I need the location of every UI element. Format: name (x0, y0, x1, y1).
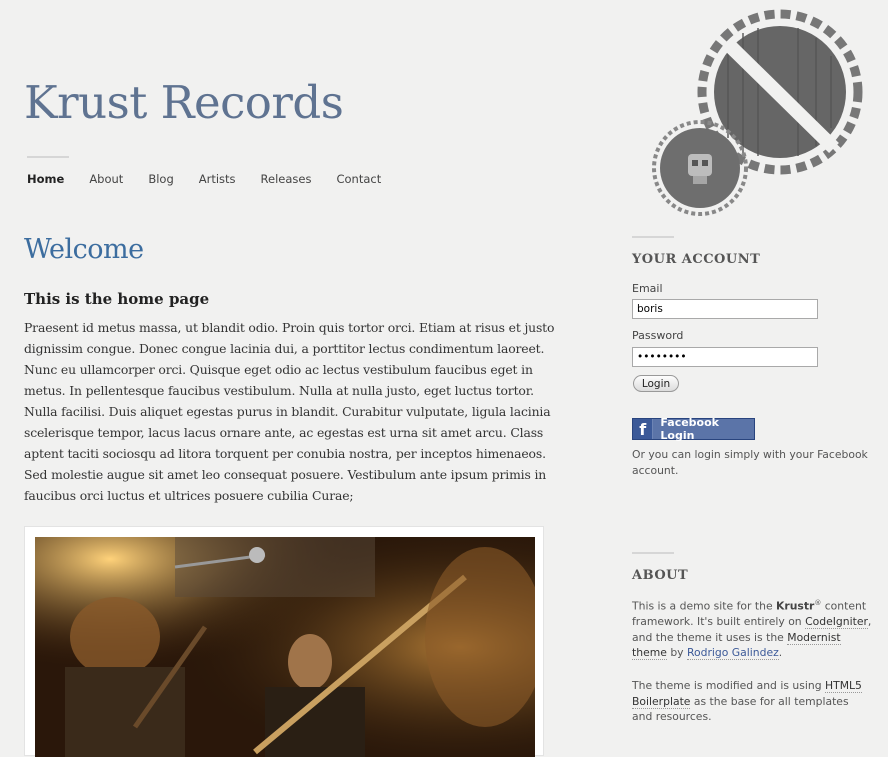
main-nav: Home About Blog Artists Releases Contact (27, 172, 406, 186)
about-divider (632, 552, 674, 554)
band-live-photo (35, 537, 535, 757)
about-text: The theme is modified and is using (632, 679, 825, 692)
about-heading: ABOUT (632, 568, 689, 583)
nav-releases[interactable]: Releases (261, 172, 312, 186)
site-title[interactable]: Krust Records (24, 76, 344, 129)
codeigniter-link[interactable]: CodeIgniter (805, 615, 868, 630)
about-paragraph-1: This is a demo site for the Krustr® cont… (632, 596, 872, 661)
no-symbol-logo-icon (652, 9, 863, 216)
nav-divider (27, 156, 69, 158)
login-button[interactable]: Login (633, 375, 679, 392)
krustr-brand: Krustr (776, 599, 815, 613)
account-divider (632, 236, 674, 238)
password-label: Password (632, 329, 684, 342)
facebook-login-label: Facebook Login (660, 416, 719, 442)
facebook-note: Or you can login simply with your Facebo… (632, 448, 868, 477)
nav-blog[interactable]: Blog (148, 172, 173, 186)
about-paragraph-2: The theme is modified and is using HTML5… (632, 678, 872, 725)
password-field[interactable] (632, 347, 818, 367)
email-label: Email (632, 282, 663, 295)
about-text: by (666, 646, 687, 660)
account-heading: YOUR ACCOUNT (632, 252, 761, 267)
logo[interactable] (648, 8, 876, 220)
about-text: This is a demo site for the (632, 599, 777, 613)
email-field[interactable] (632, 299, 818, 319)
nav-contact[interactable]: Contact (336, 172, 381, 186)
photo-frame (24, 526, 544, 757)
page-heading: Welcome (24, 234, 144, 265)
nav-home[interactable]: Home (27, 172, 64, 186)
nav-artists[interactable]: Artists (199, 172, 236, 186)
facebook-login-button[interactable]: f Facebook Login (632, 416, 755, 442)
about-text: . (778, 646, 783, 660)
nav-about[interactable]: About (89, 172, 123, 186)
band-photo-icon (35, 537, 535, 757)
page-body-text: Praesent id metus massa, ut blandit odio… (24, 320, 555, 503)
facebook-icon: f (633, 419, 654, 439)
author-link[interactable]: Rodrigo Galindez (687, 646, 779, 661)
page-subheading: This is the home page (24, 290, 210, 308)
